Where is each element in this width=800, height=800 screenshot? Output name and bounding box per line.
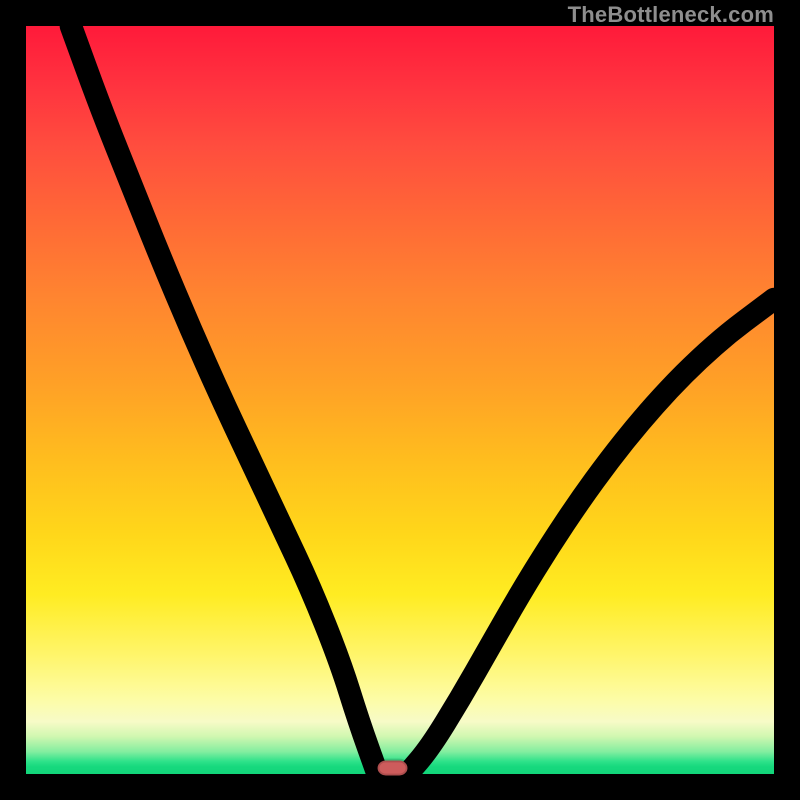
- watermark-text: TheBottleneck.com: [568, 2, 774, 28]
- curve-left-branch: [71, 26, 378, 774]
- valley-marker: [378, 761, 408, 776]
- curve-right-branch: [407, 299, 774, 774]
- curve-layer: [26, 26, 774, 774]
- chart-frame: TheBottleneck.com: [0, 0, 800, 800]
